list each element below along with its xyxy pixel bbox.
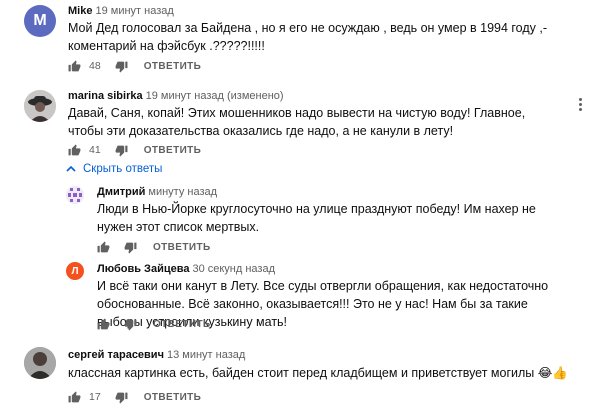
- emoji: 😂👍: [537, 366, 568, 380]
- comment-author[interactable]: Дмитрий: [97, 186, 145, 198]
- avatar-photo-icon: [24, 90, 56, 122]
- avatar[interactable]: [24, 347, 56, 379]
- comment-text: классная картинка есть, байден стоит пер…: [68, 364, 588, 382]
- comment-header: сергей тарасевич 13 минут назад: [68, 349, 245, 361]
- comment-time[interactable]: 30 секунд назад: [192, 263, 275, 275]
- comment-header: Mike 19 минут назад: [68, 5, 174, 17]
- comment-actions: 17 ОТВЕТИТЬ: [68, 389, 201, 405]
- thumb-up-icon[interactable]: [97, 241, 110, 254]
- like-count: 17: [89, 391, 101, 403]
- comment-time[interactable]: 13 минут назад: [167, 349, 245, 361]
- more-options-icon[interactable]: [579, 98, 583, 113]
- avatar-photo-icon: [24, 347, 56, 379]
- comment-text-body: классная картинка есть, байден стоит пер…: [68, 366, 535, 380]
- reply-button[interactable]: ОТВЕТИТЬ: [144, 145, 202, 156]
- hide-replies-label: Скрыть ответы: [83, 163, 163, 175]
- comment-actions: 48 ОТВЕТИТЬ: [68, 58, 201, 74]
- comment-actions: ОТВЕТИТЬ: [97, 239, 211, 255]
- chevron-up-icon: [66, 166, 76, 172]
- comment-header: Дмитрий минуту назад: [97, 186, 217, 198]
- comment-actions: 41 ОТВЕТИТЬ: [68, 142, 201, 158]
- avatar-letter: M: [33, 12, 47, 29]
- avatar[interactable]: M: [24, 5, 56, 37]
- like-count: 41: [89, 144, 101, 156]
- avatar-letter: Л: [71, 265, 79, 277]
- reply-button[interactable]: ОТВЕТИТЬ: [153, 242, 211, 253]
- thumb-down-icon[interactable]: [115, 60, 128, 73]
- reply-button[interactable]: ОТВЕТИТЬ: [153, 319, 211, 330]
- comment-text: Мой Дед голосовал за Байдена , но я его …: [68, 21, 548, 53]
- comment-header: marina sibirka 19 минут назад (изменено): [68, 90, 284, 102]
- thumb-up-icon[interactable]: [68, 391, 81, 404]
- reply-button[interactable]: ОТВЕТИТЬ: [144, 392, 202, 403]
- avatar[interactable]: Л: [66, 262, 84, 280]
- comment-time[interactable]: 19 минут назад (изменено): [146, 90, 284, 102]
- like-count: 48: [89, 60, 101, 72]
- thumb-up-icon[interactable]: [97, 318, 110, 331]
- thumb-down-icon[interactable]: [124, 241, 137, 254]
- comment-author[interactable]: Mike: [68, 5, 92, 17]
- avatar[interactable]: [66, 186, 84, 204]
- hide-replies-button[interactable]: Скрыть ответы: [66, 163, 162, 175]
- reply-button[interactable]: ОТВЕТИТЬ: [144, 61, 202, 72]
- avatar-pattern-icon: [66, 186, 84, 204]
- avatar[interactable]: [24, 90, 56, 122]
- comment-actions: ОТВЕТИТЬ: [97, 316, 211, 332]
- thumb-down-icon[interactable]: [115, 144, 128, 157]
- comment-time[interactable]: 19 минут назад: [95, 5, 173, 17]
- thumb-up-icon[interactable]: [68, 60, 81, 73]
- comment-header: Любовь Зайцева 30 секунд назад: [97, 263, 275, 275]
- comment-author[interactable]: Любовь Зайцева: [97, 263, 189, 275]
- thumb-up-icon[interactable]: [68, 144, 81, 157]
- thumb-down-icon[interactable]: [124, 318, 137, 331]
- comment-text: Давай, Саня, копай! Этих мошенников надо…: [68, 106, 526, 138]
- comment-text: Люди в Нью-Йорке круглосуточно на улице …: [97, 202, 536, 234]
- comment-author[interactable]: marina sibirka: [68, 90, 143, 102]
- comment-time[interactable]: минуту назад: [148, 186, 217, 198]
- comment-author[interactable]: сергей тарасевич: [68, 349, 164, 361]
- thumb-down-icon[interactable]: [115, 391, 128, 404]
